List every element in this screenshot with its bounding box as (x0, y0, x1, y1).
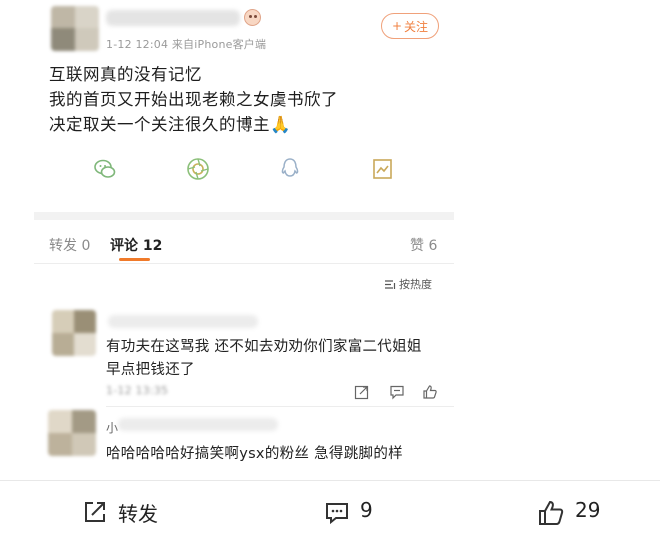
follow-button[interactable]: + 关注 (381, 13, 439, 39)
tab-comments-count: 12 (142, 238, 163, 254)
comment-count: 9 (360, 498, 373, 522)
poster-avatar[interactable] (51, 6, 99, 51)
qq-icon[interactable] (277, 156, 303, 182)
section-divider (34, 212, 454, 220)
post-line-1: 互联网真的没有记忆 (49, 65, 202, 84)
emoji-face-icon (244, 9, 261, 26)
like-count: 29 (575, 498, 601, 522)
follow-label: 关注 (404, 19, 429, 34)
active-tab-indicator (119, 258, 150, 261)
commenter-name[interactable] (108, 315, 258, 328)
commenter-avatar[interactable] (48, 410, 96, 456)
comment-line: 早点把钱还了 (106, 362, 195, 378)
tab-comments-label: 评论 (110, 238, 138, 254)
comment-line: 哈哈哈哈哈好搞笑啊ysx的粉丝 急得跳脚的样 (106, 446, 403, 462)
bottom-bar-divider (0, 480, 660, 481)
repost-button[interactable]: 转发 (82, 496, 172, 530)
post-line-3: 决定取关一个关注很久的博主🙏 (49, 115, 292, 134)
reply-comment-icon[interactable] (389, 384, 405, 400)
wechat-icon[interactable] (92, 156, 118, 182)
plus-icon: + (391, 19, 403, 33)
like-icon (539, 500, 564, 525)
sort-icon (385, 279, 396, 289)
comments-divider (106, 406, 454, 407)
poster-name[interactable] (106, 10, 240, 26)
sort-label: 按热度 (399, 278, 432, 291)
share-comment-icon[interactable] (354, 384, 370, 400)
commenter-avatar[interactable] (52, 310, 96, 356)
moments-icon[interactable] (185, 156, 211, 182)
repost-label: 转发 (118, 502, 158, 526)
like-button[interactable]: 29 (537, 496, 617, 530)
repost-icon (85, 502, 105, 522)
comment-line: 有功夫在这骂我 还不如去劝劝你们家富二代姐姐 (106, 339, 422, 355)
post-line-2: 我的首页又开始出现老赖之女虞书欣了 (49, 90, 338, 109)
tabs-divider (34, 263, 454, 264)
comment-icon (326, 503, 348, 525)
commenter-name[interactable] (118, 418, 278, 431)
comment-button[interactable]: 9 (324, 496, 384, 530)
tab-repost[interactable]: 转发 0 (49, 235, 90, 255)
tab-comments[interactable]: 评论 12 (110, 235, 162, 255)
tab-likes[interactable]: 赞 6 (410, 235, 437, 255)
save-image-icon[interactable] (370, 156, 396, 182)
sort-by-hot-button[interactable]: 按热度 (384, 276, 432, 292)
commenter-name-prefix[interactable]: 小 (106, 419, 118, 436)
post-meta: 1-12 12:04 来自iPhone客户端 (106, 38, 267, 51)
like-comment-icon[interactable] (422, 384, 438, 400)
comment-time: 1-12 13:35 (106, 384, 169, 397)
